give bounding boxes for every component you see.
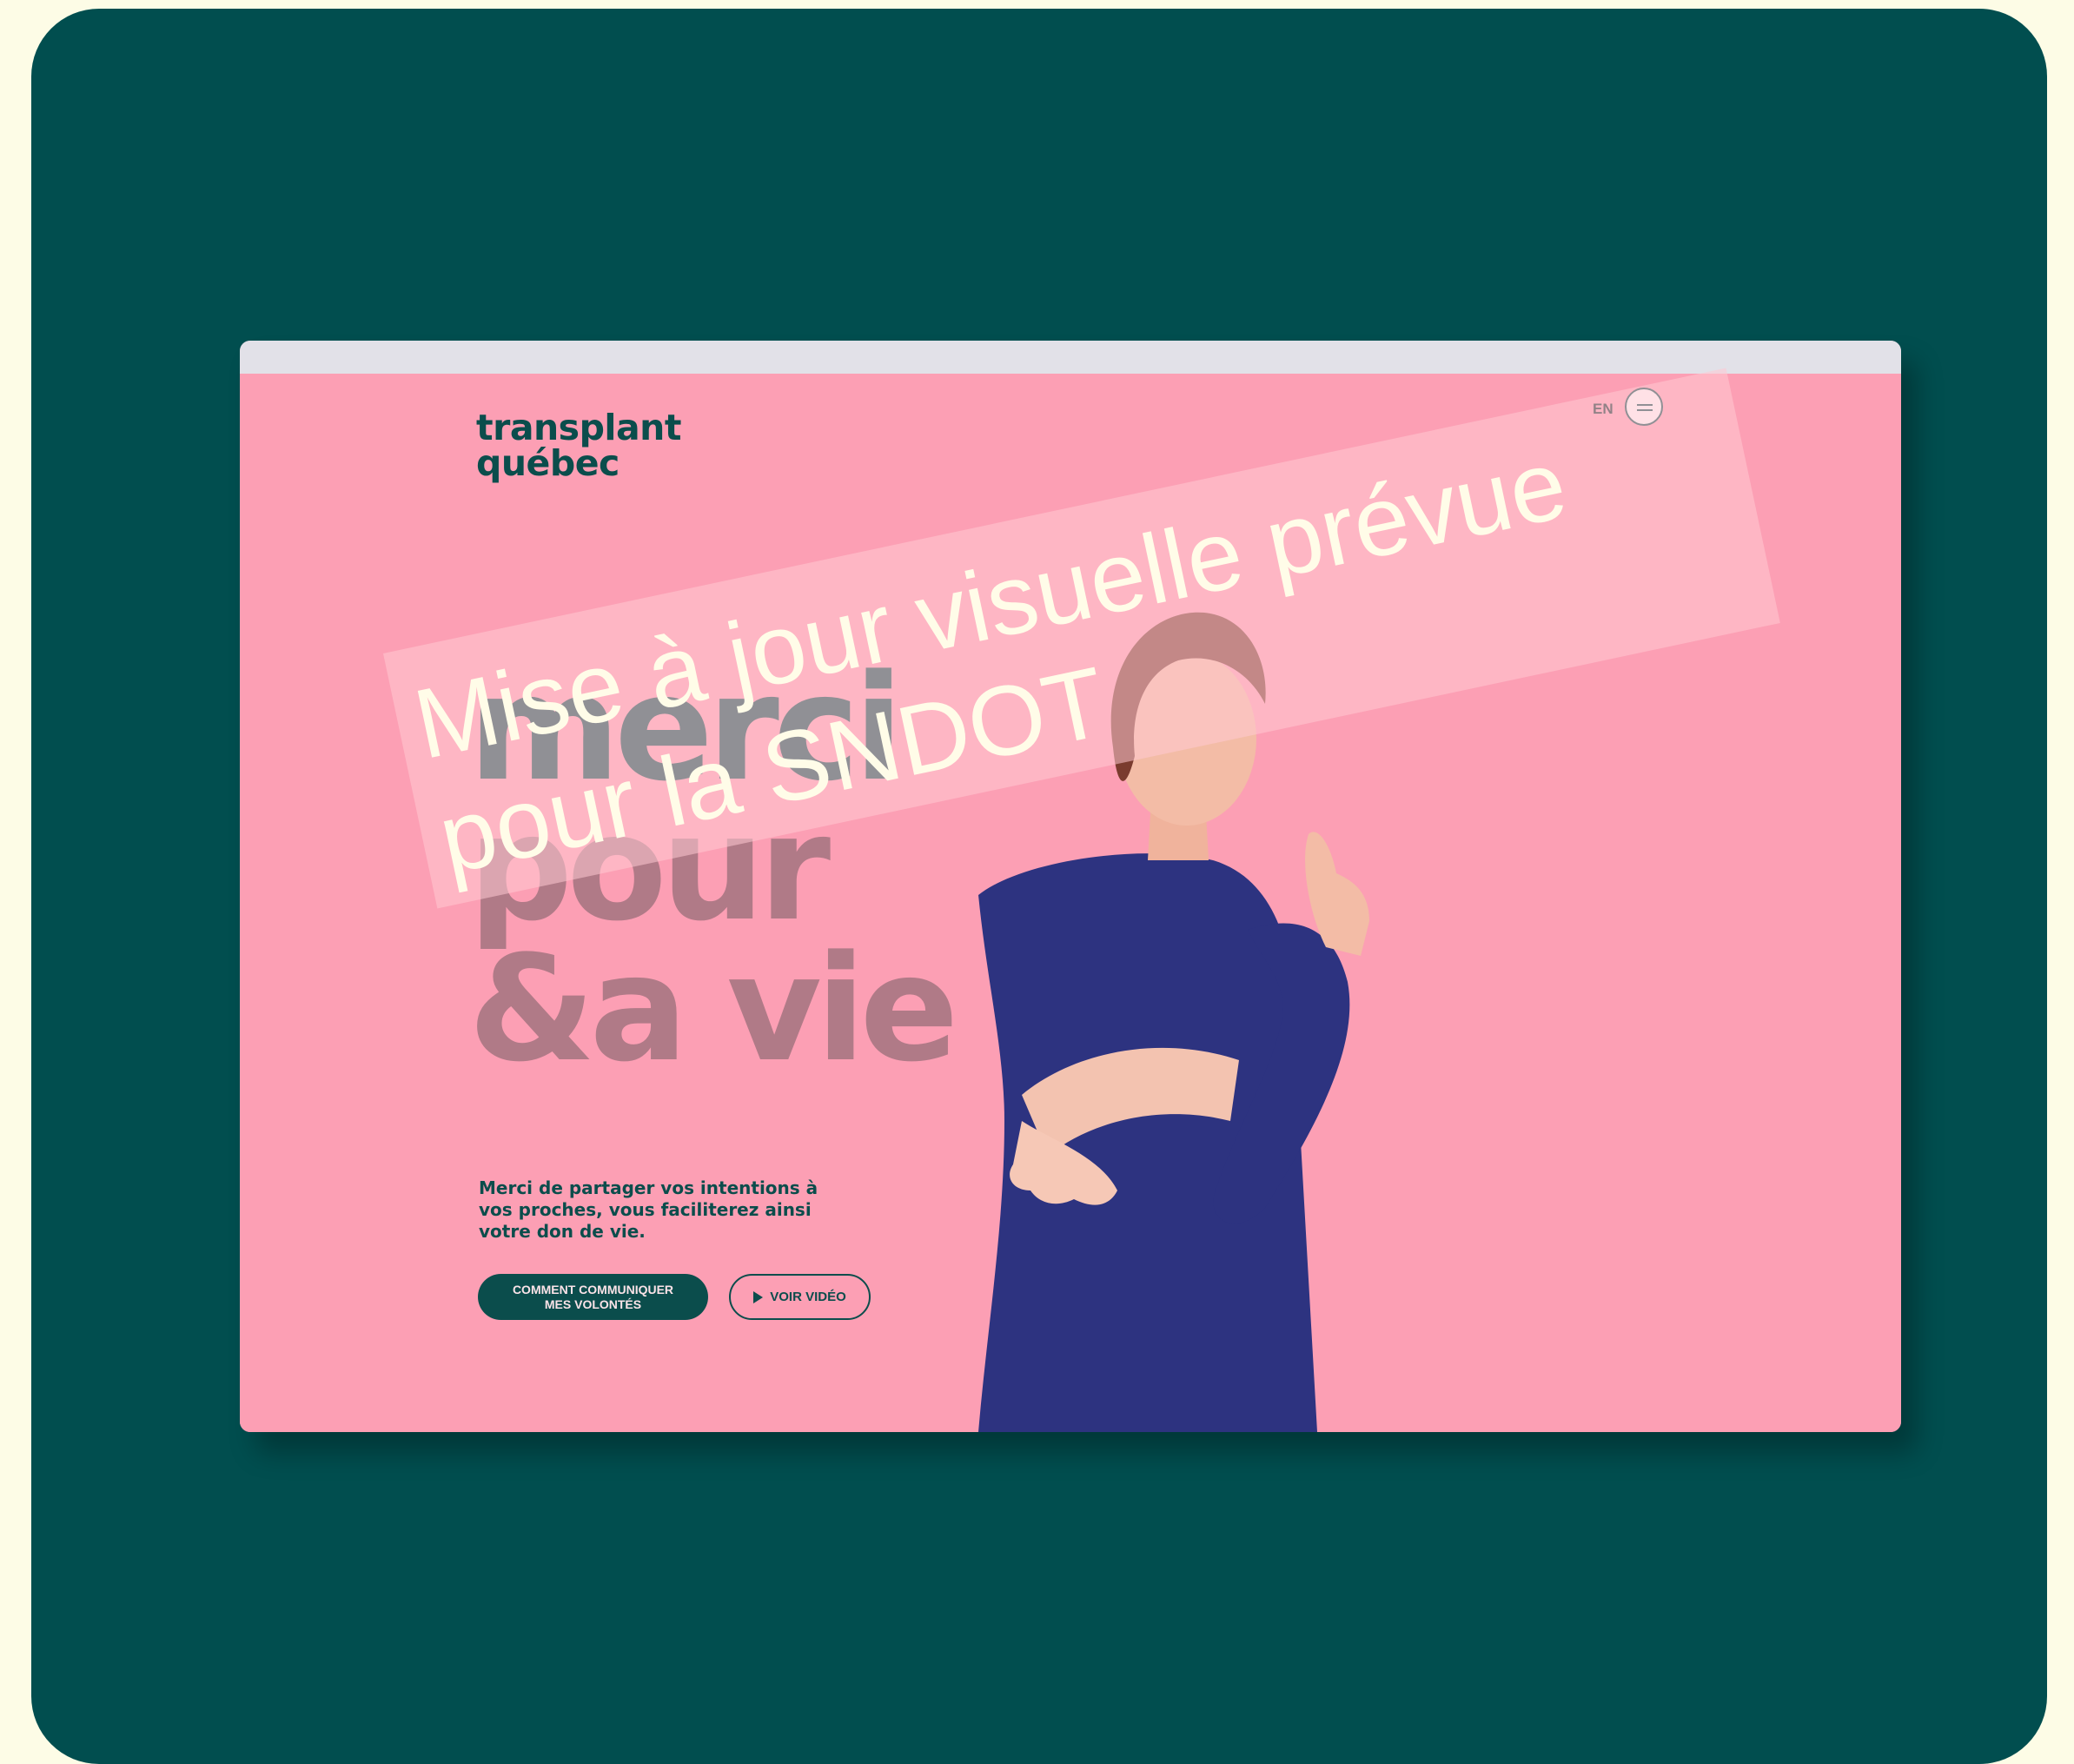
watch-video-label: VOIR VIDÉO xyxy=(770,1290,846,1304)
brand-logo[interactable]: transplant québec xyxy=(476,410,681,481)
play-icon xyxy=(753,1290,764,1303)
watch-video-button[interactable]: VOIR VIDÉO xyxy=(729,1274,871,1320)
communicate-wishes-button[interactable]: COMMENT COMMUNIQUER MES VOLONTÉS xyxy=(478,1274,708,1320)
hero-subtitle: Merci de partager vos intentions à vos p… xyxy=(479,1177,818,1242)
headline-line-3: &a vie xyxy=(468,923,958,1094)
button-label-line-2: MES VOLONTÉS xyxy=(544,1296,642,1311)
button-label-line-1: COMMENT COMMUNIQUER xyxy=(512,1282,674,1296)
logo-line-1: transplant xyxy=(476,407,681,448)
browser-toolbar xyxy=(240,341,1901,374)
logo-line-2: québec xyxy=(476,442,620,484)
showcase-card: transplant québec EN merci pour &a vie M… xyxy=(31,9,2047,1764)
